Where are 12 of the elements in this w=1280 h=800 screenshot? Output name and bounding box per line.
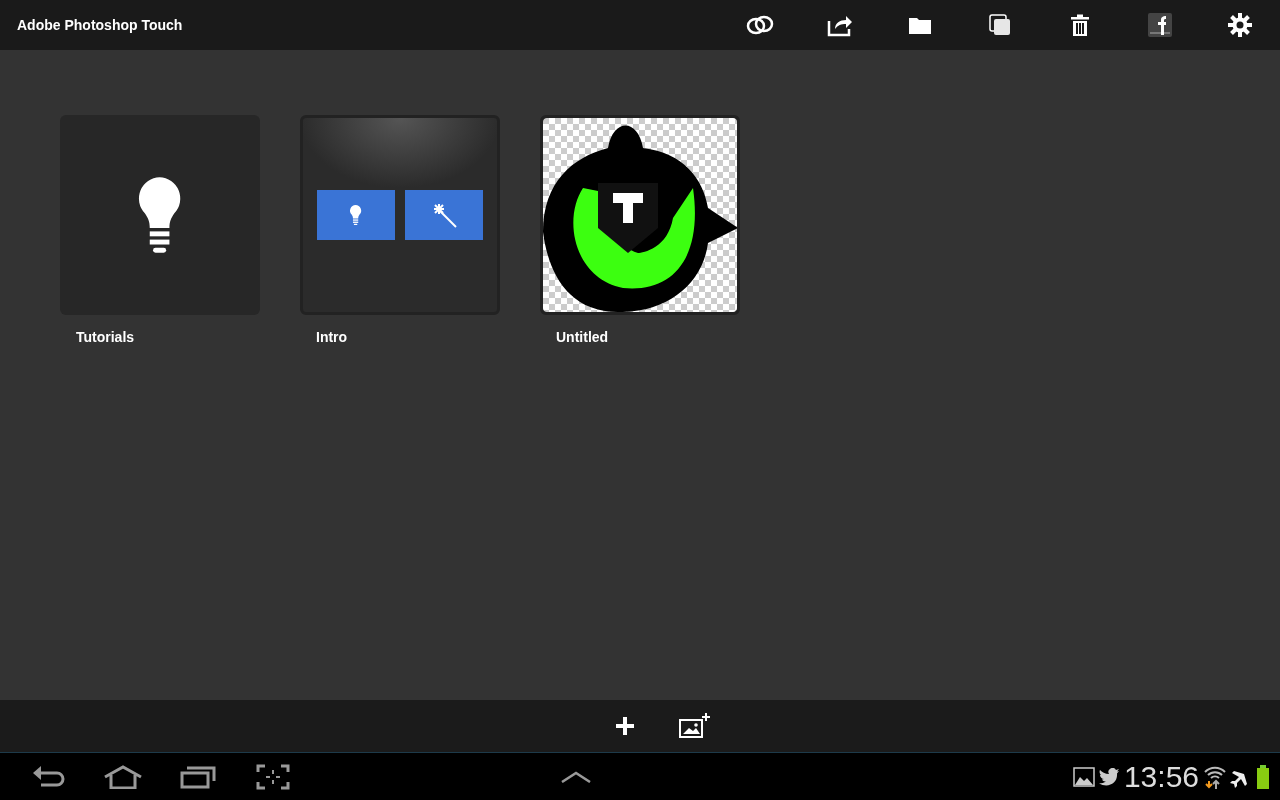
- wifi-icon: [1203, 764, 1227, 789]
- intro-thumbnail[interactable]: [300, 115, 500, 315]
- lightbulb-icon: [349, 204, 363, 226]
- clock: 13:56: [1123, 759, 1199, 794]
- project-title: Intro: [316, 329, 349, 345]
- project-title: Tutorials: [76, 329, 136, 345]
- battery-icon: [1256, 764, 1270, 789]
- tutorials-thumbnail[interactable]: [60, 115, 260, 315]
- project-title: Untitled: [556, 329, 610, 345]
- bird-icon: [1097, 767, 1120, 786]
- gallery-icon: [1072, 766, 1095, 787]
- app-title: Adobe Photoshop Touch: [17, 17, 184, 33]
